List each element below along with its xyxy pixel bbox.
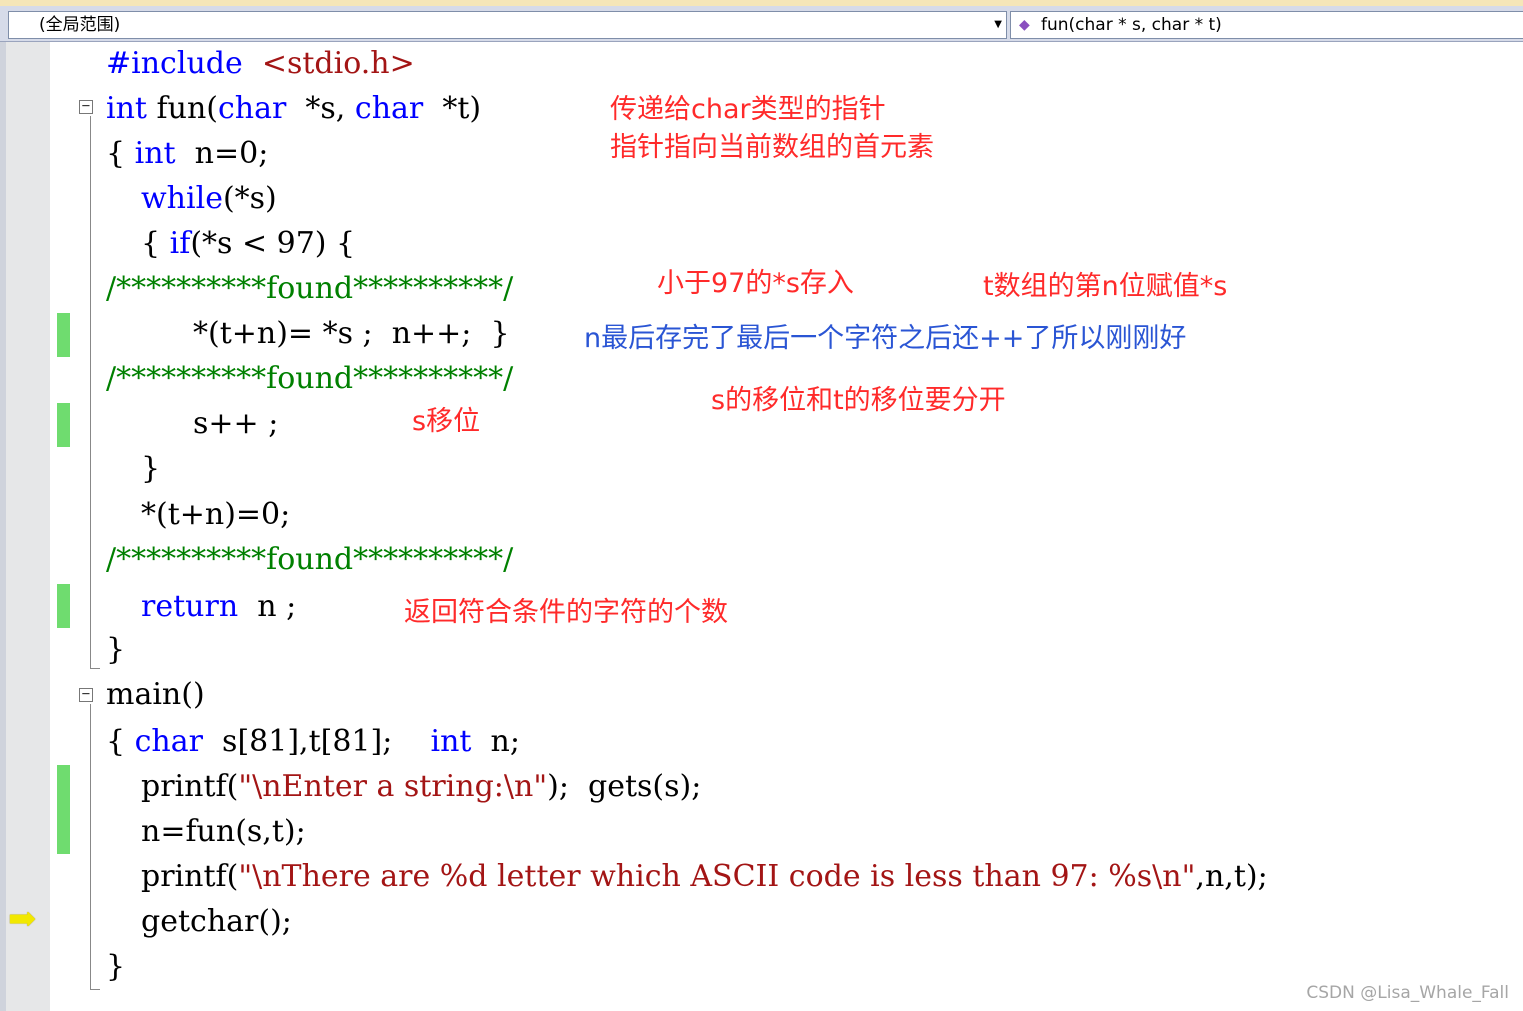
code-text: printf(: [141, 859, 239, 894]
code-line-19[interactable]: printf("\nThere are %d letter which ASCI…: [141, 859, 1268, 895]
navigation-bar: (全局范围) ▼ ◆ fun(char * s, char * t): [0, 6, 1523, 42]
keyword: char: [134, 724, 203, 759]
annotation-assign-t: t数组的第n位赋值*s: [983, 271, 1228, 302]
code-line-6[interactable]: /**********found**********/: [106, 271, 513, 307]
annotation-s-shift: s移位: [412, 406, 481, 437]
annotation-n-increment: n最后存完了最后一个字符之后还++了所以刚刚好: [584, 323, 1187, 354]
code-text: n=0;: [175, 136, 269, 171]
keyword: return: [141, 589, 239, 624]
code-line-17[interactable]: printf("\nEnter a string:\n"); gets(s);: [141, 769, 701, 805]
annotation-first-element: 指针指向当前数组的首元素: [610, 132, 934, 163]
annotation-return-count: 返回符合条件的字符的个数: [404, 597, 728, 628]
indicator-margin[interactable]: [0, 42, 50, 1011]
keyword: char: [217, 91, 287, 126]
code-text: n;: [471, 724, 520, 759]
code-text: {: [106, 136, 135, 171]
keyword: int: [106, 91, 147, 126]
code-line-3[interactable]: { int n=0;: [106, 136, 268, 172]
keyword: char: [354, 91, 424, 126]
code-line-1[interactable]: #include <stdio.h>: [106, 46, 415, 82]
scope-dropdown[interactable]: (全局范围) ▼: [8, 11, 1007, 39]
scope-label: (全局范围): [39, 15, 121, 35]
code-text: ); gets(s);: [547, 769, 702, 804]
change-marker: [57, 584, 70, 628]
code-text: *s,: [286, 91, 355, 126]
string-literal: "\nEnter a string:\n": [238, 769, 548, 804]
code-line-7[interactable]: *(t+n)= *s ; n++; }: [193, 316, 510, 352]
change-marker: [57, 765, 70, 854]
change-marker: [57, 403, 70, 447]
code-text: fun(: [146, 91, 218, 126]
code-line-18[interactable]: n=fun(s,t);: [141, 814, 306, 850]
code-text: (*s): [222, 181, 277, 216]
change-marker: [57, 313, 70, 357]
code-line-10[interactable]: }: [141, 451, 160, 487]
code-line-13[interactable]: return n ;: [141, 589, 296, 625]
margin-edge: [0, 42, 6, 1011]
member-dropdown[interactable]: ◆ fun(char * s, char * t): [1010, 11, 1523, 39]
string-literal: "\nThere are %d letter which ASCII code …: [238, 859, 1196, 894]
keyword: int: [134, 136, 176, 171]
code-line-16[interactable]: { char s[81],t[81]; int n;: [106, 724, 520, 760]
chevron-down-icon[interactable]: ▼: [994, 12, 1002, 38]
code-text: (*s < 97) {: [190, 226, 356, 261]
code-text: s[81],t[81];: [202, 724, 431, 759]
watermark: CSDN @Lisa_Whale_Fall: [1306, 983, 1509, 1003]
code-line-8[interactable]: /**********found**********/: [106, 361, 513, 397]
code-line-14[interactable]: }: [106, 632, 125, 668]
code-text: printf(: [141, 769, 239, 804]
code-line-5[interactable]: { if(*s < 97) {: [141, 226, 355, 262]
code-text: *t): [423, 91, 482, 126]
method-icon: ◆: [1019, 17, 1030, 33]
code-line-20[interactable]: getchar();: [141, 904, 292, 940]
outline-end: [90, 989, 100, 990]
code-text: {: [141, 226, 170, 261]
annotation-less-than-97: 小于97的*s存入: [657, 268, 854, 299]
code-line-11[interactable]: *(t+n)=0;: [141, 497, 290, 533]
code-line-15[interactable]: main(): [106, 677, 205, 713]
code-line-4[interactable]: while(*s): [141, 181, 277, 217]
keyword: int: [430, 724, 472, 759]
code-text: n ;: [238, 589, 297, 624]
code-line-9[interactable]: s++ ;: [193, 406, 278, 442]
code-line-2[interactable]: int fun(char *s, char *t): [106, 91, 481, 127]
member-label: fun(char * s, char * t): [1041, 15, 1222, 35]
preprocessor-directive: #include: [106, 46, 243, 81]
annotation-pointer-param: 传递给char类型的指针: [610, 94, 886, 125]
code-line-12[interactable]: /**********found**********/: [106, 542, 513, 578]
outline-line: [90, 116, 91, 668]
outline-end: [90, 668, 100, 669]
keyword: if: [169, 226, 191, 261]
collapse-fun-icon[interactable]: −: [79, 99, 93, 114]
collapse-main-icon[interactable]: −: [79, 687, 93, 702]
current-statement-arrow-icon: ➡: [8, 899, 37, 939]
code-line-21[interactable]: }: [106, 949, 125, 985]
annotation-separate-shift: s的移位和t的移位要分开: [711, 385, 1006, 416]
code-text: {: [106, 724, 135, 759]
code-text: ,n,t);: [1195, 859, 1268, 894]
keyword: while: [141, 181, 223, 216]
outline-line: [90, 704, 91, 990]
include-header: <stdio.h>: [261, 46, 415, 81]
